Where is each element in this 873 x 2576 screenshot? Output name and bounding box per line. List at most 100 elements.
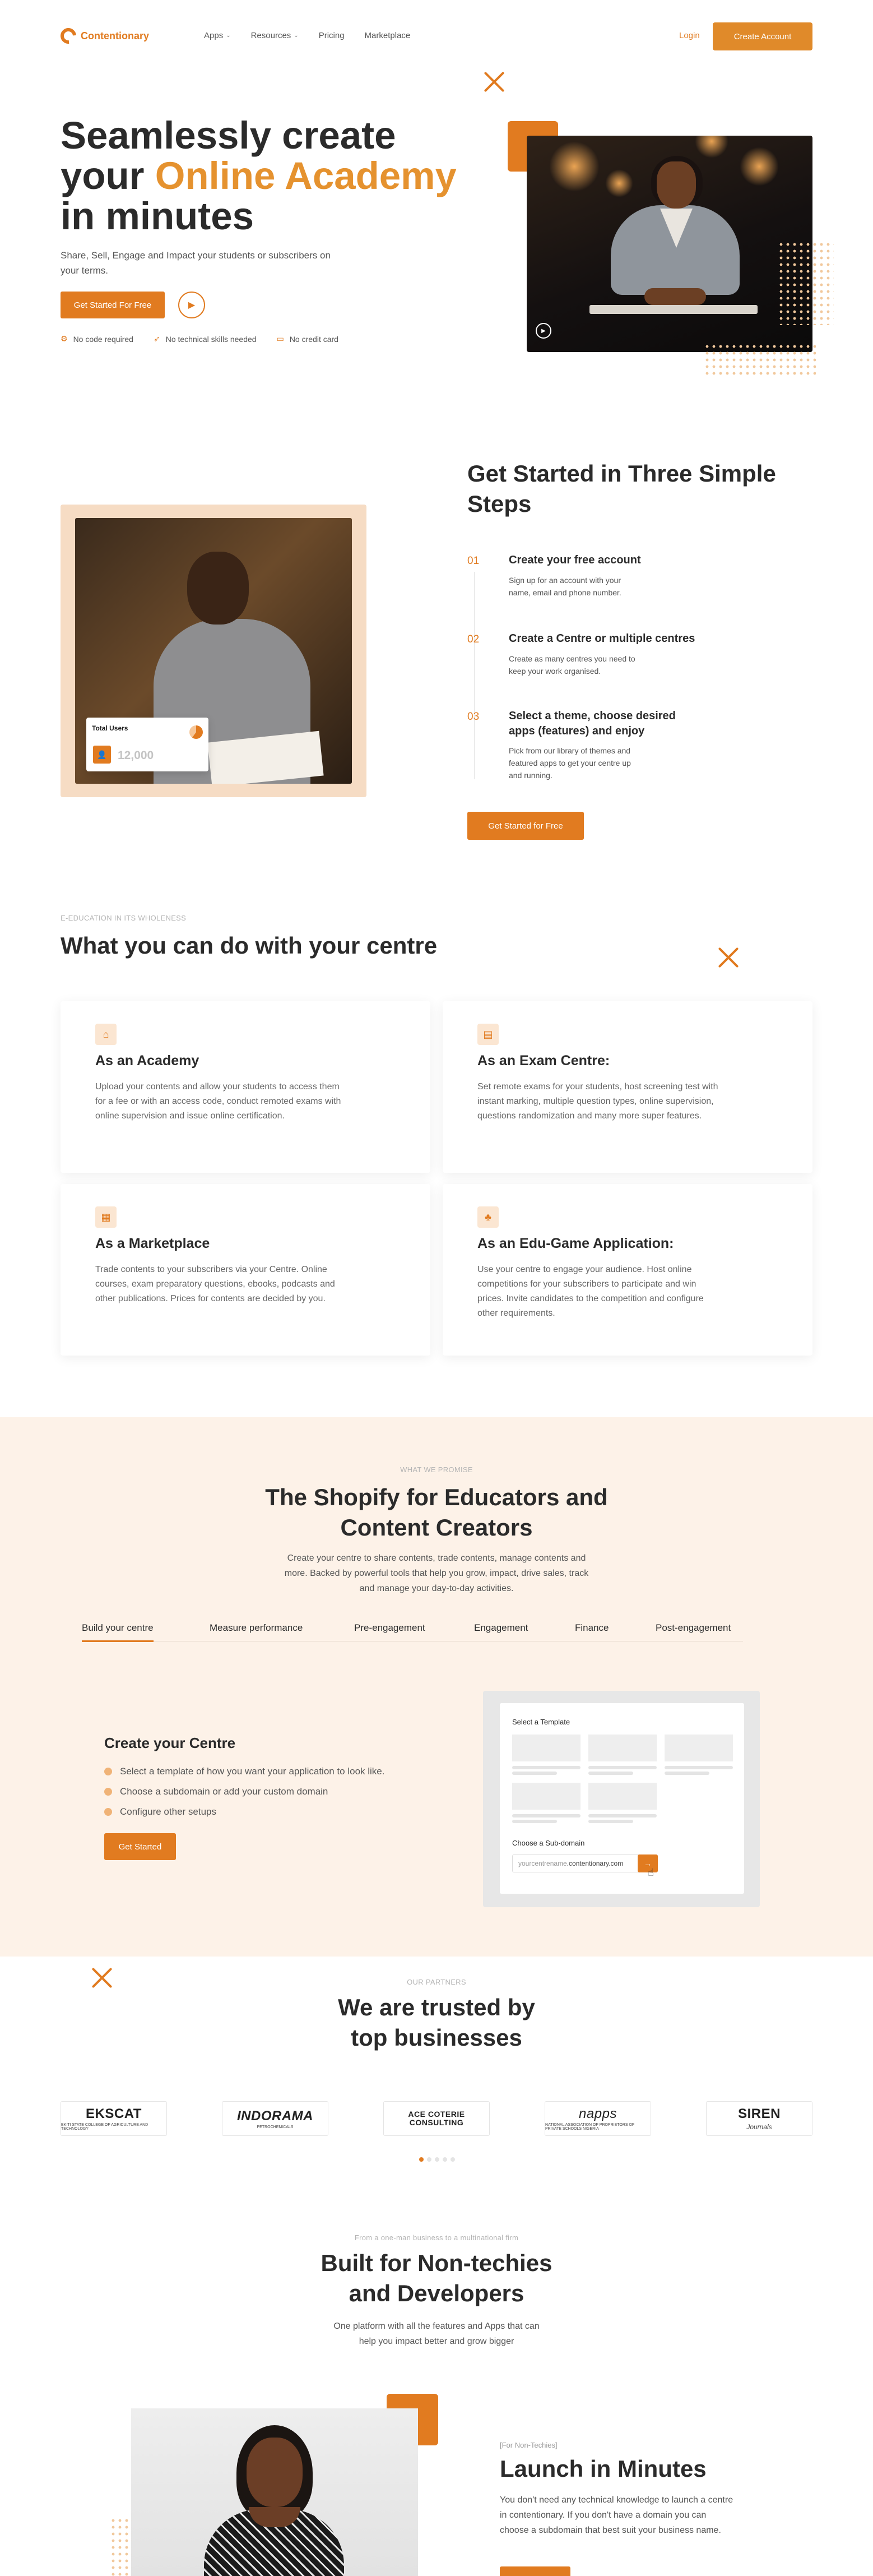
- hero-image-play-icon[interactable]: ▶: [536, 323, 551, 339]
- card-edu-game: ♣ As an Edu-Game Application: Use your c…: [443, 1184, 812, 1356]
- step-title: Create your free account: [509, 554, 641, 566]
- partners-title: We are trusted by top businesses: [338, 1994, 535, 2051]
- logo-text: Contentionary: [81, 30, 150, 41]
- card-title: As an Academy: [95, 1053, 199, 1069]
- template-thumb[interactable]: [588, 1735, 657, 1761]
- carousel-pager: [419, 2157, 455, 2162]
- users-icon: 👤: [93, 746, 111, 764]
- dot-pattern: [778, 241, 834, 325]
- step-number: 03: [467, 711, 480, 723]
- tab-finance[interactable]: Finance: [575, 1622, 609, 1640]
- template-thumb[interactable]: [512, 1783, 581, 1810]
- builders-text: One platform with all the features and A…: [333, 2321, 540, 2346]
- partner-logo-ace[interactable]: ACE COTERIE CONSULTING: [383, 2101, 490, 2136]
- play-icon: ▶: [188, 300, 196, 310]
- promise-eyebrow: WHAT WE PROMISE: [400, 1465, 473, 1474]
- bullet-icon: [104, 1788, 112, 1796]
- tab-engagement[interactable]: Engagement: [474, 1622, 528, 1640]
- launch-title: Launch in Minutes: [500, 2455, 707, 2482]
- game-icon: ♣: [477, 1206, 499, 1228]
- launch-button[interactable]: [500, 2566, 570, 2576]
- partner-logo-ekscat[interactable]: EKSCAT EKITI STATE COLLEGE OF AGRICULTUR…: [61, 2101, 167, 2136]
- step-number: 02: [467, 633, 480, 645]
- card-icon: ▭: [276, 334, 284, 343]
- pager-dot[interactable]: [419, 2157, 424, 2162]
- hero-title: Seamlessly create your Online Academy in…: [61, 114, 457, 238]
- feature-no-card: ▭ No credit card: [276, 334, 338, 344]
- nav-link-apps[interactable]: Apps ⌄: [204, 31, 231, 40]
- total-users-card: Total Users 👤 12,000: [86, 718, 208, 771]
- tab-pre-engagement[interactable]: Pre-engagement: [354, 1622, 425, 1640]
- card-text: Set remote exams for your students, host…: [477, 1082, 718, 1121]
- pager-dot[interactable]: [427, 2157, 431, 2162]
- pager-dot[interactable]: [451, 2157, 455, 2162]
- stat-value: 12,000: [118, 749, 154, 762]
- builders-eyebrow: From a one-man business to a multination…: [354, 2233, 519, 2242]
- feature-no-skills: ➶ No technical skills needed: [153, 334, 257, 344]
- partner-logo-napps[interactable]: napps NATIONAL ASSOCIATION OF PROPRIETOR…: [545, 2101, 651, 2136]
- tab-post-engagement[interactable]: Post-engagement: [656, 1622, 731, 1640]
- card-marketplace: ▦ As a Marketplace Trade contents to you…: [61, 1184, 430, 1356]
- mock-template-label: Select a Template: [512, 1718, 570, 1726]
- card-text: Upload your contents and allow your stud…: [95, 1082, 341, 1121]
- logo[interactable]: Contentionary: [57, 25, 150, 47]
- tab-measure-performance[interactable]: Measure performance: [210, 1622, 303, 1640]
- partners-eyebrow: OUR PARTNERS: [407, 1978, 466, 1986]
- card-exam-centre: ▤ As an Exam Centre: Set remote exams fo…: [443, 1001, 812, 1173]
- step-description: Pick from our library of themes and feat…: [509, 746, 631, 780]
- builders-title: Built for Non-techies and Developers: [321, 2250, 552, 2306]
- mock-line: [588, 1766, 657, 1769]
- steps-get-started-button[interactable]: Get Started for Free: [467, 812, 584, 840]
- nav-links: Apps ⌄ Resources ⌄ Pricing Marketplace: [204, 31, 410, 40]
- step-title: Create a Centre or multiple centres: [509, 632, 695, 645]
- card-title: As an Edu-Game Application:: [477, 1236, 674, 1251]
- mock-line: [665, 1772, 709, 1775]
- mock-line: [512, 1766, 581, 1769]
- subdomain-input[interactable]: yourcentrename .contentionary.com: [512, 1854, 658, 1872]
- mock-line: [512, 1820, 557, 1823]
- nav-link-pricing[interactable]: Pricing: [319, 31, 345, 40]
- promise-text: Create your centre to share contents, tr…: [284, 1553, 589, 1593]
- step-number: 01: [467, 555, 480, 567]
- panel-get-started-button[interactable]: Get Started: [104, 1833, 176, 1860]
- hero-features: ⚙ No code required ➶ No technical skills n…: [61, 334, 338, 344]
- play-video-button[interactable]: ▶: [178, 292, 205, 318]
- template-thumb[interactable]: [665, 1735, 733, 1761]
- pager-dot[interactable]: [435, 2157, 439, 2162]
- panel-list-item: Configure other setups: [104, 1806, 216, 1817]
- steps-title: Get Started in Three Simple Steps: [467, 460, 776, 517]
- tab-build-your-centre[interactable]: Build your centre: [82, 1622, 154, 1642]
- card-text: Use your centre to engage your audience.…: [477, 1265, 704, 1318]
- nav-link-resources[interactable]: Resources ⌄: [251, 31, 299, 40]
- chevron-down-icon: ⌄: [226, 33, 231, 39]
- bullet-icon: [104, 1808, 112, 1816]
- promise-title: The Shopify for Educators and Content Cre…: [265, 1484, 608, 1541]
- card-academy: ⌂ As an Academy Upload your contents and…: [61, 1001, 430, 1173]
- pie-chart-icon: [189, 725, 203, 739]
- page: Contentionary Apps ⌄ Resources ⌄ Pricing M…: [0, 0, 873, 2576]
- dot-pattern: [110, 2517, 132, 2576]
- panel-list-item: Choose a subdomain or add your custom do…: [104, 1786, 328, 1797]
- partner-logo-siren[interactable]: SIREN Journals: [706, 2101, 812, 2136]
- create-account-button[interactable]: Create Account: [713, 22, 812, 50]
- x-decoration-icon: [717, 946, 740, 969]
- pager-dot[interactable]: [443, 2157, 447, 2162]
- partner-logo-indorama[interactable]: INDORAMA PETROCHEMICALS: [222, 2101, 328, 2136]
- pointer-cursor-icon: ☝: [648, 1867, 654, 1878]
- feature-no-code: ⚙ No code required: [61, 334, 133, 344]
- step-3: 03 Select a theme, choose desired apps (…: [467, 709, 781, 780]
- login-link[interactable]: Login: [679, 31, 700, 40]
- template-thumb[interactable]: [588, 1783, 657, 1810]
- mock-line: [588, 1772, 633, 1775]
- hero-get-started-button[interactable]: Get Started For Free: [61, 292, 165, 318]
- top-nav: Contentionary Apps ⌄ Resources ⌄ Pricing M…: [0, 0, 873, 74]
- stat-label: Total Users: [92, 724, 128, 732]
- x-decoration-icon: [483, 71, 505, 93]
- launch-eyebrow: [For Non-Techies]: [500, 2441, 558, 2449]
- academy-icon: ⌂: [95, 1024, 117, 1045]
- centre-title: What you can do with your centre: [61, 932, 438, 959]
- template-thumb[interactable]: [512, 1735, 581, 1761]
- nav-link-marketplace[interactable]: Marketplace: [365, 31, 411, 40]
- rocket-icon: ➶: [153, 334, 160, 343]
- centre-eyebrow: E-EDUCATION IN ITS WHOLENESS: [61, 914, 187, 922]
